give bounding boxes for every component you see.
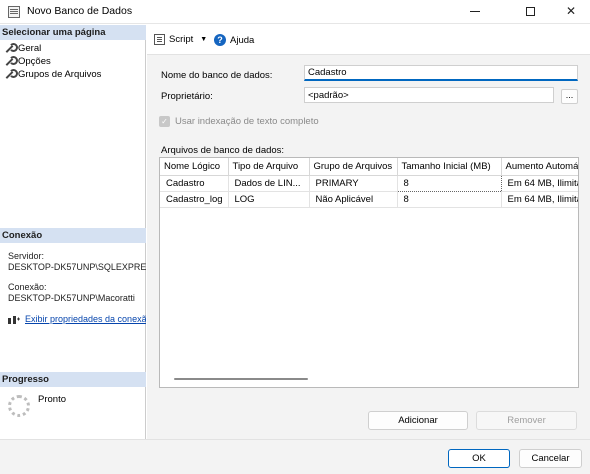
select-page-header: Selecionar uma página — [0, 25, 146, 40]
table-cell[interactable]: Cadastro_log — [160, 191, 229, 208]
connection-value: DESKTOP-DK57UNP\Macoratti — [8, 293, 135, 303]
title-bar: Novo Banco de Dados ✕ — [0, 0, 590, 24]
maximize-button[interactable] — [507, 0, 553, 24]
table-row[interactable]: Cadastro_log LOG Não Aplicável 8 Em 64 M… — [160, 191, 578, 208]
table-cell[interactable]: LOG — [228, 191, 310, 208]
owner-browse-button[interactable]: ... — [561, 89, 578, 104]
wrench-icon — [4, 42, 18, 54]
fulltext-label: Usar indexação de texto completo — [175, 116, 319, 127]
help-icon: ? — [214, 34, 226, 46]
app-icon — [8, 6, 20, 18]
page-item-label: Opções — [18, 55, 51, 67]
column-header[interactable]: Grupo de Arquivos — [309, 158, 398, 176]
cancel-button[interactable]: Cancelar — [519, 449, 582, 468]
minimize-icon — [470, 11, 480, 13]
column-header[interactable]: Tamanho Inicial (MB) — [397, 158, 502, 176]
table-cell[interactable]: Em 64 MB, Ilimitad — [501, 175, 578, 192]
table-cell[interactable]: 8 — [397, 191, 502, 208]
connection-label: Conexão: — [8, 282, 47, 292]
column-header[interactable]: Nome Lógico — [160, 158, 229, 176]
help-button[interactable]: ? Ajuda — [214, 34, 254, 46]
progress-header: Progresso — [0, 372, 146, 387]
column-header[interactable]: Aumento Automátic — [501, 158, 578, 176]
window-title: Novo Banco de Dados — [27, 5, 133, 17]
table-cell[interactable]: 8 — [396, 174, 502, 192]
page-item-grupos[interactable]: Grupos de Arquivos — [4, 68, 101, 80]
table-cell[interactable]: Dados de LIN... — [228, 175, 310, 192]
main-panel: Script ▼ ? Ajuda Nome do banco de dados:… — [147, 25, 590, 439]
fulltext-checkbox[interactable]: ✓ — [159, 116, 170, 127]
wrench-icon — [4, 55, 18, 67]
database-files-grid[interactable]: Nome Lógico Tipo de Arquivo Grupo de Arq… — [159, 157, 579, 388]
left-panel: Selecionar uma página Geral Opções Grupo… — [0, 25, 146, 439]
table-cell[interactable]: PRIMARY — [309, 175, 398, 192]
view-connection-properties-link[interactable]: Exibir propriedades da conexã — [25, 314, 146, 324]
table-cell[interactable]: Cadastro — [160, 175, 229, 192]
script-icon — [154, 34, 165, 45]
ok-button[interactable]: OK — [448, 449, 510, 468]
horizontal-scrollbar[interactable] — [174, 378, 308, 380]
table-cell[interactable]: Em 64 MB, Ilimitad — [501, 191, 578, 208]
server-label: Servidor: — [8, 251, 45, 261]
files-table: Nome Lógico Tipo de Arquivo Grupo de Arq… — [160, 158, 578, 208]
column-header[interactable]: Tipo de Arquivo — [228, 158, 310, 176]
connection-properties-icon — [8, 316, 20, 324]
page-item-geral[interactable]: Geral — [4, 42, 41, 54]
help-label: Ajuda — [230, 34, 255, 46]
connection-header: Conexão — [0, 228, 146, 243]
script-label: Script — [169, 34, 194, 45]
remove-button[interactable]: Remover — [476, 411, 577, 430]
toolbar: Script ▼ ? Ajuda — [147, 25, 590, 55]
dialog-footer: OK Cancelar — [0, 439, 590, 474]
progress-status: Pronto — [38, 394, 66, 405]
db-name-label: Nome do banco de dados: — [161, 70, 273, 81]
files-grid-label: Arquivos de banco de dados: — [161, 145, 285, 156]
chevron-down-icon[interactable]: ▼ — [200, 36, 207, 43]
close-button[interactable]: ✕ — [552, 0, 590, 24]
owner-input[interactable] — [304, 87, 554, 103]
page-item-opcoes[interactable]: Opções — [4, 55, 51, 67]
db-name-input[interactable] — [304, 65, 578, 81]
add-button[interactable]: Adicionar — [368, 411, 468, 430]
page-item-label: Grupos de Arquivos — [18, 68, 102, 80]
owner-label: Proprietário: — [161, 91, 213, 102]
maximize-icon — [525, 7, 535, 17]
progress-spinner-icon — [8, 395, 30, 417]
minimize-button[interactable] — [452, 0, 498, 24]
table-header-row: Nome Lógico Tipo de Arquivo Grupo de Arq… — [160, 158, 578, 176]
page-item-label: Geral — [18, 42, 42, 54]
table-cell[interactable]: Não Aplicável — [309, 191, 398, 208]
close-icon: ✕ — [565, 4, 577, 18]
wrench-icon — [4, 68, 18, 80]
table-row[interactable]: Cadastro Dados de LIN... PRIMARY 8 Em 64… — [160, 174, 578, 192]
script-button[interactable]: Script ▼ — [154, 34, 207, 45]
server-value: DESKTOP-DK57UNP\SQLEXPRE — [8, 262, 146, 272]
